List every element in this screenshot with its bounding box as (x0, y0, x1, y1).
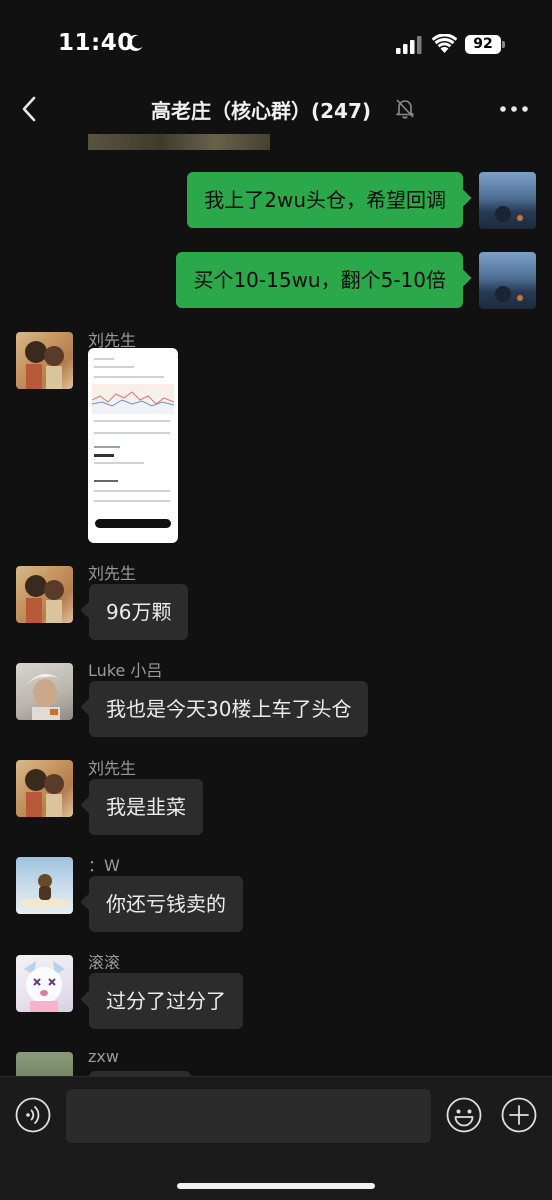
sender-name: 刘先生 (88, 759, 137, 778)
sender-name: ：W (88, 856, 120, 875)
image-message[interactable] (88, 348, 178, 543)
avatar-gungun[interactable] (16, 955, 73, 1012)
image-message-partial[interactable] (88, 134, 270, 150)
moon-icon (127, 34, 143, 51)
avatar-self[interactable] (479, 252, 536, 309)
wifi-icon (432, 34, 457, 53)
message-bubble-outgoing[interactable]: 我上了2wu头仓，希望回调 (187, 172, 463, 228)
avatar-liu[interactable] (16, 760, 73, 817)
message-bubble-incoming[interactable]: 我是韭菜 (89, 779, 203, 835)
chat-title: 高老庄（核心群）(247) (150, 99, 372, 123)
sender-name: 刘先生 (88, 564, 137, 583)
emoji-icon[interactable] (446, 1097, 482, 1133)
voice-icon[interactable] (15, 1097, 51, 1133)
avatar-self[interactable] (479, 172, 536, 229)
message-bubble-incoming[interactable]: 96万颗 (89, 584, 189, 640)
message-input[interactable] (66, 1089, 431, 1143)
sender-name: zxw (88, 1047, 119, 1066)
battery-level: 92 (473, 36, 493, 52)
plus-icon[interactable] (501, 1097, 537, 1133)
cellular-signal-icon (396, 36, 422, 54)
avatar-luke[interactable] (16, 663, 73, 720)
avatar-zxw[interactable] (16, 1052, 73, 1076)
message-bubble-incoming[interactable]: 我也是今天30楼上车了头仓 (89, 681, 369, 737)
status-time: 11:40 (58, 30, 134, 56)
message-bubble-incoming[interactable]: 你还亏钱卖的 (89, 876, 243, 932)
sender-name: Luke 小吕 (88, 661, 163, 680)
status-bar: 11:40 92 (0, 0, 552, 84)
avatar-liu[interactable] (16, 332, 73, 389)
more-horizontal-icon[interactable] (498, 104, 530, 114)
bell-off-icon (396, 99, 414, 119)
sender-name: 滚滚 (88, 953, 121, 972)
message-bubble-outgoing[interactable]: 买个10-15wu，翻个5-10倍 (176, 252, 463, 308)
avatar-w[interactable] (16, 857, 73, 914)
message-bubble-incoming[interactable]: 过分了过分了 (89, 973, 243, 1029)
battery-icon: 92 (465, 35, 505, 54)
input-bar (0, 1076, 552, 1200)
message-list[interactable]: 我上了2wu头仓，希望回调 买个10-15wu，翻个5-10倍 刘先生 刘先生 … (0, 134, 552, 1076)
home-indicator (177, 1183, 375, 1189)
chat-header: 高老庄（核心群）(247) (0, 84, 552, 134)
avatar-liu[interactable] (16, 566, 73, 623)
